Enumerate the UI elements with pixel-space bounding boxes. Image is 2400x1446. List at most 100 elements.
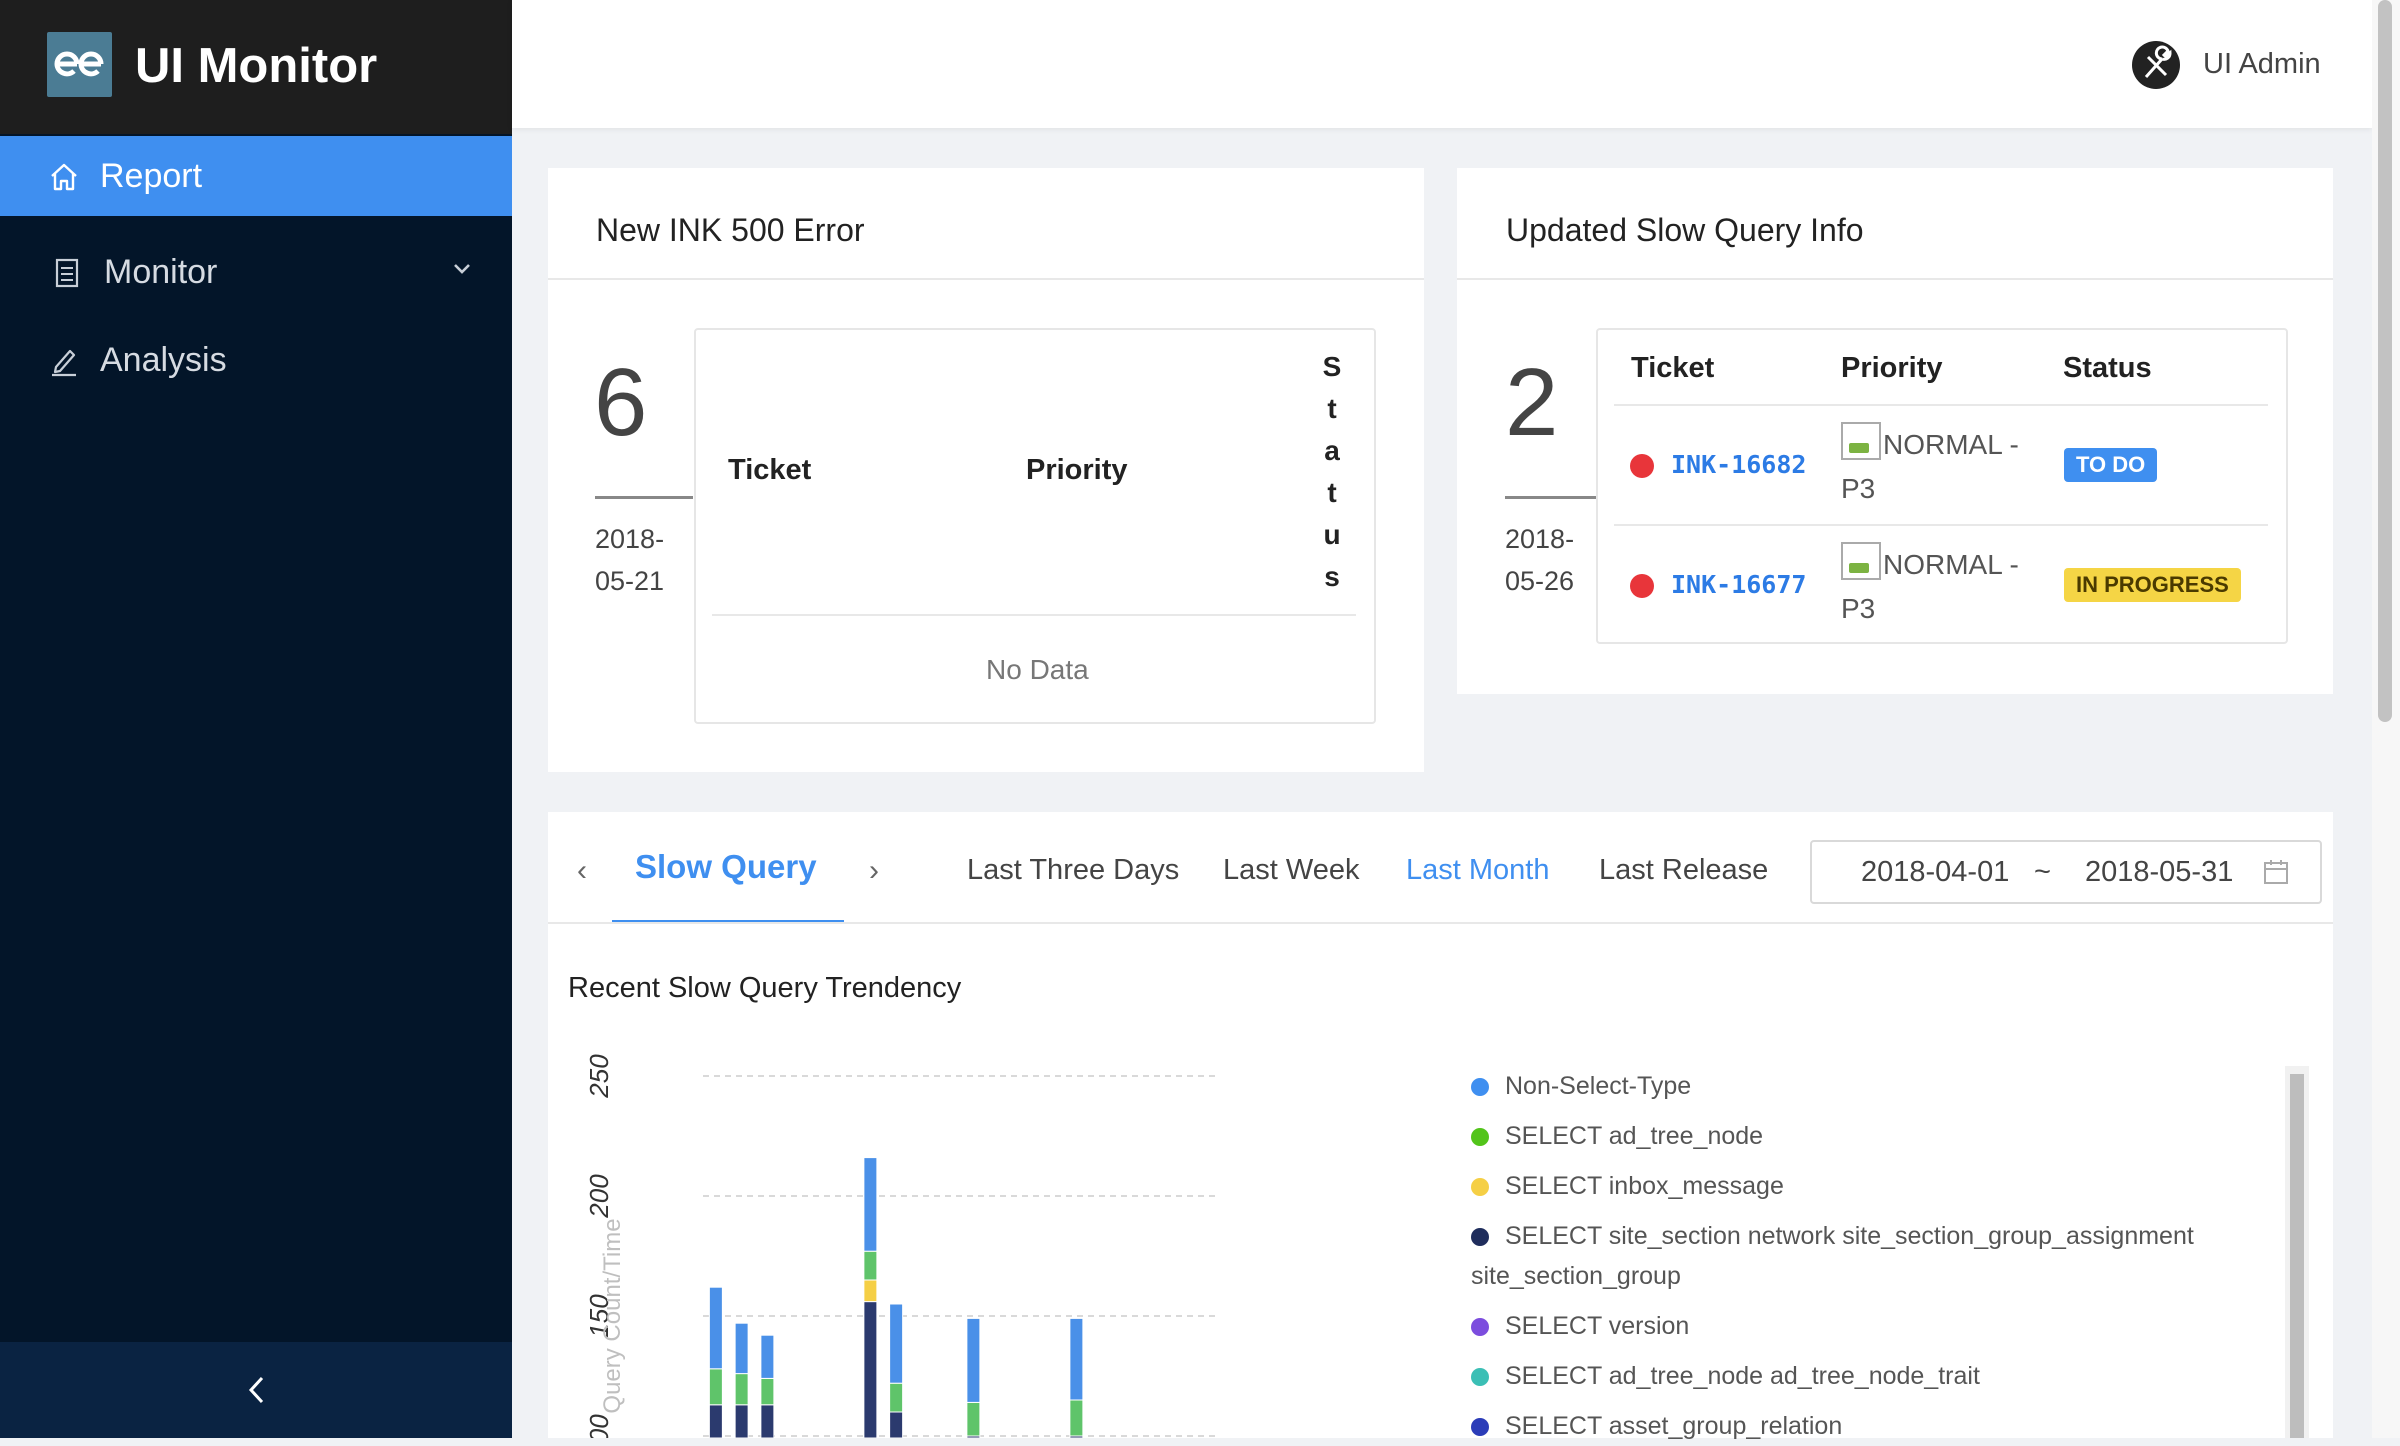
legend-dot-icon	[1471, 1368, 1489, 1386]
bar-segment[interactable]	[863, 1301, 878, 1438]
sidebar-item-label: Analysis	[100, 340, 227, 379]
chevron-left-icon[interactable]: ‹	[572, 854, 592, 888]
bar-segment[interactable]	[966, 1317, 981, 1403]
legend-label: site_section_group	[1471, 1262, 1681, 1290]
legend-item[interactable]: SELECT asset_group_relation	[1471, 1406, 1842, 1446]
sidebar: UI Monitor Report Monitor Analysis	[0, 0, 512, 1438]
legend-label: SELECT inbox_message	[1505, 1172, 1784, 1200]
report-date-line1: 2018-	[595, 524, 665, 554]
legend-label: SELECT asset_group_relation	[1505, 1412, 1843, 1440]
row-rule	[1614, 524, 2268, 526]
priority-level: P3	[1841, 473, 1876, 504]
priority-cell: NORMAL - P3	[1841, 422, 2031, 511]
count-rule	[595, 496, 693, 499]
tab-slow-query[interactable]: Slow Query	[635, 848, 817, 886]
report-date-line2: 05-21	[595, 566, 665, 596]
bar-segment[interactable]	[708, 1286, 723, 1370]
range-last-three-days[interactable]: Last Three Days	[967, 854, 1179, 887]
bar-segment[interactable]	[708, 1404, 723, 1438]
range-last-month[interactable]: Last Month	[1406, 854, 1549, 887]
slowquery-info-card: Updated Slow Query Info 2 2018- 05-26 Ti…	[1457, 168, 2333, 694]
bar-segment[interactable]	[734, 1404, 749, 1438]
legend-item[interactable]: SELECT ad_tree_node ad_tree_node_trait	[1471, 1356, 1980, 1396]
sidebar-item-monitor[interactable]: Monitor	[0, 232, 512, 312]
range-start[interactable]: 2018-04-01	[1861, 856, 2009, 889]
page-scrollbar-thumb[interactable]	[2378, 0, 2392, 722]
bar-segment[interactable]	[889, 1411, 904, 1438]
status-letter: s	[1324, 561, 1340, 592]
sidebar-item-report[interactable]: Report	[0, 136, 512, 216]
error-table: Ticket Priority S t a t u s No Data	[694, 328, 1376, 724]
legend-item[interactable]: SELECT version	[1471, 1306, 1689, 1346]
app-title: UI Monitor	[135, 39, 378, 93]
bar-segment[interactable]	[760, 1377, 775, 1406]
bar-segment[interactable]	[734, 1322, 749, 1375]
ticket-link[interactable]: INK-16677	[1671, 570, 1806, 599]
error-dot-icon	[1630, 574, 1654, 598]
legend-dot-icon	[1471, 1128, 1489, 1146]
broken-image-icon	[1841, 542, 1881, 580]
bar-segment[interactable]	[863, 1157, 878, 1252]
bar-segment[interactable]	[863, 1250, 878, 1281]
bar-segment[interactable]	[863, 1279, 878, 1303]
priority-cell: NORMAL - P3	[1841, 542, 2031, 631]
top-header	[512, 0, 2372, 128]
app-logo-icon[interactable]	[47, 32, 112, 97]
y-tick-label: 200	[584, 1174, 614, 1219]
calendar-icon[interactable]	[2262, 858, 2290, 886]
legend-dot-icon	[1471, 1418, 1489, 1436]
sidebar-collapse-bar[interactable]	[0, 1342, 512, 1438]
home-icon	[51, 163, 77, 191]
sidebar-item-analysis[interactable]: Analysis	[0, 320, 512, 400]
status-letter: t	[1327, 477, 1337, 508]
col-ticket: Ticket	[728, 454, 812, 486]
document-icon	[55, 258, 79, 288]
legend-dot-icon	[1471, 1178, 1489, 1196]
bar-segment[interactable]	[966, 1401, 981, 1437]
bar-segment[interactable]	[708, 1368, 723, 1406]
date-range-picker[interactable]: 2018-04-01 ~ 2018-05-31	[1810, 840, 2322, 904]
range-end[interactable]: 2018-05-31	[2085, 856, 2233, 889]
status-badge[interactable]: TO DO	[2064, 448, 2158, 482]
legend-item[interactable]: Non-Select-Type	[1471, 1066, 1691, 1106]
bar-segment[interactable]	[760, 1404, 775, 1438]
bar-segment[interactable]	[1069, 1399, 1084, 1437]
empty-text: No Data	[986, 654, 1089, 685]
ticket-link[interactable]: INK-16682	[1671, 450, 1806, 479]
chart-title: Recent Slow Query Trendency	[568, 972, 962, 1004]
priority-text: NORMAL -	[1883, 429, 2019, 460]
card-divider	[548, 278, 1424, 280]
y-tick-label: 100	[584, 1414, 614, 1438]
legend-item[interactable]: SELECT inbox_message	[1471, 1166, 1784, 1206]
slowquery-panel: ‹ Slow Query › Last Three Days Last Week…	[548, 812, 2333, 1440]
sidebar-item-label: Report	[100, 156, 203, 195]
card-title: New INK 500 Error	[596, 212, 865, 248]
user-name[interactable]: UI Admin	[2203, 44, 2321, 84]
bar-segment[interactable]	[760, 1334, 775, 1379]
priority-level: P3	[1841, 593, 1876, 624]
range-last-week[interactable]: Last Week	[1223, 854, 1359, 887]
legend-label: SELECT version	[1505, 1312, 1690, 1340]
status-badge[interactable]: IN PROGRESS	[2064, 568, 2241, 602]
status-letter: t	[1327, 393, 1337, 424]
priority-text: NORMAL -	[1883, 549, 2019, 580]
bar-segment[interactable]	[889, 1303, 904, 1384]
bar-segment[interactable]	[1069, 1317, 1084, 1401]
slowquery-bar-chart: 250200150100Query Count/Time	[584, 1054, 1218, 1438]
tools-avatar-icon[interactable]	[2132, 41, 2180, 89]
legend-item[interactable]: SELECT site_section network site_section…	[1471, 1216, 2231, 1296]
report-date-line1: 2018-	[1505, 524, 1575, 554]
card-divider	[1457, 278, 2333, 280]
chevron-left-icon[interactable]	[242, 1372, 270, 1408]
chevron-right-icon[interactable]: ›	[864, 854, 884, 888]
legend-item[interactable]: SELECT ad_tree_node	[1471, 1116, 1763, 1156]
sidebar-item-label: Monitor	[104, 252, 218, 291]
y-axis-title: Query Count/Time	[599, 1218, 626, 1413]
edit-icon	[52, 349, 76, 377]
bar-segment[interactable]	[734, 1373, 749, 1406]
range-last-release[interactable]: Last Release	[1599, 854, 1768, 887]
count-rule	[1505, 496, 1599, 499]
legend-scrollbar-thumb[interactable]	[2290, 1074, 2304, 1438]
bar-segment[interactable]	[889, 1382, 904, 1413]
legend-dot-icon	[1471, 1228, 1489, 1246]
